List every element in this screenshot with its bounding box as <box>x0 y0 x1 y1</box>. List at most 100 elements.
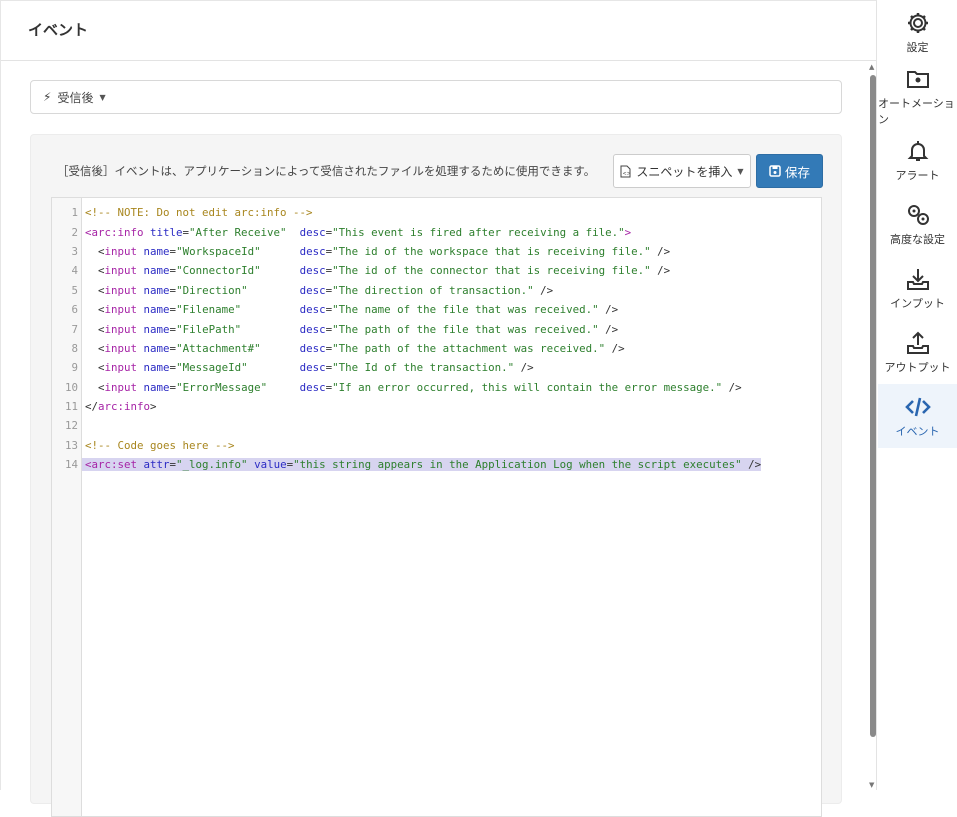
sidebar-item-label: アウトプット <box>884 360 951 374</box>
line-number: 1 <box>71 206 78 220</box>
code-line[interactable]: 9 <input name="MessageId" desc="The Id o… <box>52 358 821 377</box>
code-token-tag: <arc:set <box>85 458 144 472</box>
scroll-down-icon[interactable]: ▼ <box>869 781 874 789</box>
code-editor[interactable]: 1 <!-- NOTE: Do not edit arc:info --> 2 <ar… <box>51 197 822 817</box>
code-token-p <box>261 245 300 258</box>
code-token-p: /> <box>650 264 671 278</box>
code-token-attr: desc <box>299 361 326 375</box>
code-token-p: /> <box>605 341 625 355</box>
code-line[interactable]: 12 <box>52 416 821 435</box>
code-token-com: <!-- NOTE: Do not edit arc:info --> <box>85 206 313 220</box>
code-line[interactable]: 10 <input name="ErrorMessage" desc="If a… <box>52 378 821 397</box>
code-line[interactable]: 1 <!-- NOTE: Do not edit arc:info --> <box>52 203 821 222</box>
code-token-p: /> <box>514 361 534 375</box>
code-token-str: "ConnectorId" <box>176 264 261 278</box>
code-token-str: "After Receive" <box>189 225 287 239</box>
code-line[interactable]: 5 <input name="Direction" desc="The dire… <box>52 281 821 300</box>
line-number: 5 <box>71 283 78 297</box>
code-token-attr: attr <box>143 458 170 472</box>
code-text: <!-- Code goes here --> <box>82 439 235 452</box>
scrollbar-thumb[interactable] <box>870 75 876 737</box>
code-token-tag: input <box>104 341 144 355</box>
insert-snippet-button[interactable]: <> スニペットを挿入 ▼ <box>613 154 751 188</box>
code-token-p <box>261 342 300 355</box>
sidebar-item-label: 設定 <box>906 40 929 54</box>
code-token-str: "ErrorMessage" <box>176 380 268 394</box>
caret-down-icon: ▼ <box>737 166 744 176</box>
code-token-p: /> <box>598 322 619 336</box>
page-title: イベント <box>1 1 876 61</box>
code-token-p: < <box>85 361 105 375</box>
code-line[interactable]: 8 <input name="Attachment#" desc="The pa… <box>52 339 821 358</box>
save-button[interactable]: 保存 <box>756 154 823 188</box>
sidebar-item-download-tray[interactable]: インプット <box>878 256 957 320</box>
line-number: 8 <box>71 341 78 355</box>
code-token-attr: desc <box>299 225 326 239</box>
code-token-p <box>261 264 300 277</box>
code-token-attr: desc <box>299 283 326 297</box>
code-token-attr: name <box>143 341 170 355</box>
line-number: 13 <box>64 438 78 452</box>
code-token-str: "WorkspaceId" <box>176 244 261 258</box>
scroll-up-icon[interactable]: ▲ <box>869 63 874 71</box>
code-token-p: < <box>85 380 105 394</box>
code-token-str: "The id of the workspace that is receivi… <box>332 244 651 258</box>
code-token-p: < <box>85 341 105 355</box>
sidebar-item-upload-tray[interactable]: アウトプット <box>878 320 957 384</box>
code-text: <arc:info title="After Receive" desc="Th… <box>82 226 631 239</box>
code-token-attr: desc <box>299 380 326 394</box>
event-description: ［受信後］イベントは、アプリケーションによって受信されたファイルを処理するために… <box>57 164 596 178</box>
code-token-tag: > <box>624 225 632 239</box>
code-line[interactable]: 14 <arc:set attr="_log.info" value="this … <box>52 455 821 474</box>
sidebar-item-label: オートメーション <box>878 96 955 126</box>
code-token-p <box>241 323 300 336</box>
code-token-attr: name <box>143 380 170 394</box>
sidebar-item-gears[interactable]: 高度な設定 <box>878 192 957 256</box>
code-token-str: "_log.info" <box>176 458 248 472</box>
code-text: <!-- NOTE: Do not edit arc:info --> <box>82 206 313 219</box>
code-token-str: "Filename" <box>176 303 242 317</box>
line-number: 2 <box>71 225 78 239</box>
bell-icon <box>907 140 928 161</box>
scrollbar[interactable]: ▲ ▼ <box>867 63 878 791</box>
code-token-p <box>248 361 300 374</box>
code-token-attr: value <box>254 458 287 472</box>
sidebar-item-gear[interactable]: 設定 <box>878 0 957 64</box>
event-type-value: 受信後 <box>57 90 94 105</box>
code-text: <input name="Direction" desc="The direct… <box>82 284 553 297</box>
code-text: <input name="ConnectorId" desc="The id o… <box>82 264 670 277</box>
code-line[interactable]: 4 <input name="ConnectorId" desc="The id… <box>52 261 821 280</box>
code-token-attr: name <box>143 283 170 297</box>
code-token-str: "The name of the file that was received.… <box>332 303 599 317</box>
folder-gear-icon <box>906 70 929 88</box>
code-line[interactable]: 13 <!-- Code goes here --> <box>52 436 821 455</box>
code-token-attr: name <box>143 264 170 278</box>
insert-snippet-label: スニペットを挿入 <box>636 164 733 179</box>
code-token-attr: name <box>143 361 170 375</box>
code-token-p <box>248 284 300 297</box>
file-code-icon: <> <box>620 165 631 177</box>
code-token-p: < <box>85 322 105 336</box>
line-number: 7 <box>71 322 78 336</box>
code-token-attr: desc <box>299 303 326 317</box>
code-line[interactable]: 2 <arc:info title="After Receive" desc="T… <box>52 222 821 241</box>
code-line[interactable]: 3 <input name="WorkspaceId" desc="The id… <box>52 242 821 261</box>
code-token-str: "The path of the file that was received.… <box>332 322 599 336</box>
gears-icon <box>907 204 929 225</box>
event-type-dropdown[interactable]: ⚡︎ 受信後 ▼ <box>30 80 842 114</box>
code-token-p: </ <box>85 400 99 414</box>
gear-icon <box>907 12 928 33</box>
sidebar-item-folder-gear[interactable]: オートメーション <box>878 64 957 128</box>
code-token-str: "If an error occurred, this will contain… <box>332 380 723 394</box>
sidebar-item-code[interactable]: イベント <box>878 384 957 448</box>
code-token-p: /> <box>598 303 619 317</box>
code-line[interactable]: 6 <input name="Filename" desc="The name … <box>52 300 821 319</box>
code-line[interactable]: 11 </arc:info> <box>52 397 821 416</box>
code-token-attr: name <box>143 303 170 317</box>
code-text: <input name="ErrorMessage" desc="If an e… <box>82 381 742 394</box>
code-line[interactable]: 7 <input name="FilePath" desc="The path … <box>52 319 821 338</box>
sidebar-item-bell[interactable]: アラート <box>878 128 957 192</box>
code-token-str: "MessageId" <box>176 361 248 375</box>
sidebar-item-label: 高度な設定 <box>890 232 945 246</box>
code-token-p: < <box>85 303 105 317</box>
